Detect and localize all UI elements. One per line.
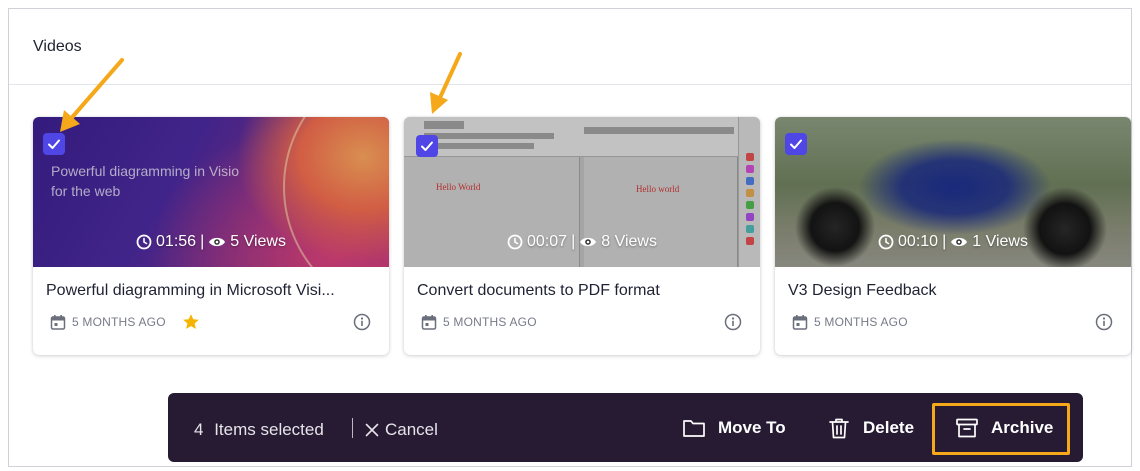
clock-icon — [878, 234, 894, 250]
video-title[interactable]: V3 Design Feedback — [788, 282, 1119, 304]
panel-title: Videos — [9, 9, 1131, 85]
archive-button[interactable]: Archive — [955, 417, 1053, 439]
duration: 00:10 — [898, 233, 939, 250]
video-stats: 00:10 | 1 Views — [775, 233, 1131, 251]
duration: 01:56 — [156, 233, 197, 250]
upload-date: 5 MONTHS AGO — [814, 315, 908, 329]
eye-icon — [209, 237, 226, 247]
duration: 00:07 — [527, 233, 568, 250]
annotation-arrow — [60, 58, 124, 132]
video-card[interactable]: 00:10 | 1 Views V3 Design Feedback 5 MON… — [775, 117, 1131, 355]
close-icon — [365, 423, 379, 437]
check-icon — [48, 139, 60, 149]
check-icon — [790, 139, 802, 149]
eye-icon — [951, 237, 968, 247]
clock-icon — [507, 234, 523, 250]
check-icon — [421, 141, 433, 151]
calendar-icon — [792, 315, 808, 330]
annotation-arrow — [430, 52, 462, 114]
selected-count-label: Items selected — [214, 420, 324, 439]
move-to-label: Move To — [718, 418, 786, 437]
video-card[interactable]: Powerful diagramming in Visio for the we… — [33, 117, 389, 355]
select-checkbox[interactable] — [785, 133, 807, 155]
delete-label: Delete — [863, 418, 915, 437]
selection-action-bar: 4 Items selected Cancel Move To Delete A… — [168, 393, 1083, 462]
video-thumbnail[interactable]: Powerful diagramming in Visio for the we… — [33, 117, 389, 267]
move-to-button[interactable]: Move To — [682, 417, 786, 439]
view-count: 5 Views — [230, 233, 286, 250]
info-icon[interactable] — [1095, 313, 1113, 331]
video-thumbnail[interactable]: 00:10 | 1 Views — [775, 117, 1131, 267]
view-count: 8 Views — [601, 233, 657, 250]
stat-separator: | — [200, 233, 205, 250]
video-stats: 00:07 | 8 Views — [404, 233, 760, 251]
archive-icon — [956, 418, 978, 438]
video-title[interactable]: Powerful diagramming in Microsoft Visi..… — [46, 282, 377, 304]
archive-label: Archive — [991, 418, 1054, 437]
calendar-icon — [421, 315, 437, 330]
stat-separator: | — [942, 233, 947, 250]
cancel-button[interactable]: Cancel — [365, 420, 438, 440]
delete-button[interactable]: Delete — [827, 417, 914, 439]
selected-count: 4 Items selected — [194, 420, 324, 440]
info-icon[interactable] — [353, 313, 371, 331]
video-card[interactable]: Hello World Hello world 00:07 | 8 Views … — [404, 117, 760, 355]
info-icon[interactable] — [724, 313, 742, 331]
eye-icon — [580, 237, 597, 247]
trash-icon — [829, 418, 849, 439]
video-title[interactable]: Convert documents to PDF format — [417, 282, 748, 304]
upload-date: 5 MONTHS AGO — [443, 315, 537, 329]
divider — [352, 418, 353, 438]
view-count: 1 Views — [972, 233, 1028, 250]
stat-separator: | — [571, 233, 576, 250]
select-checkbox[interactable] — [416, 135, 438, 157]
calendar-icon — [50, 315, 66, 330]
video-thumbnail[interactable]: Hello World Hello world 00:07 | 8 Views — [404, 117, 760, 267]
folder-icon — [683, 420, 705, 437]
star-icon[interactable] — [182, 313, 200, 331]
cancel-label: Cancel — [385, 420, 438, 439]
clock-icon — [136, 234, 152, 250]
upload-date: 5 MONTHS AGO — [72, 315, 166, 329]
video-stats: 01:56 | 5 Views — [33, 233, 389, 251]
selected-count-number: 4 — [194, 420, 204, 439]
